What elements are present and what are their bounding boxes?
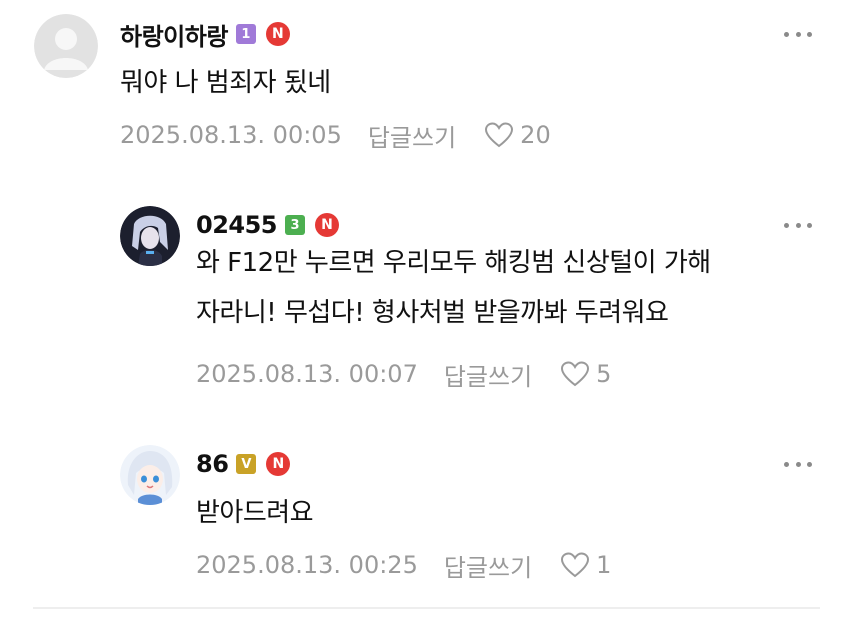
like-count: 20 [520, 121, 551, 149]
like-count: 1 [596, 551, 612, 579]
new-badge: N [315, 213, 339, 237]
level-badge: 1 [235, 24, 256, 44]
comment-item: 하랑이하랑 1 N 뭐야 나 범죄자 됬네 2025.08.13. 00:05 … [0, 0, 850, 190]
comment-date: 2025.08.13. 00:25 [196, 551, 418, 579]
reply-button[interactable]: 답글쓰기 [444, 548, 532, 583]
comment-date: 2025.08.13. 00:05 [120, 121, 342, 149]
divider [33, 607, 820, 609]
comment-text: 뭐야 나 범죄자 됬네 [120, 68, 331, 98]
avatar[interactable] [34, 14, 98, 78]
heart-icon [561, 361, 590, 387]
username[interactable]: 02455 [196, 211, 278, 239]
reply-comment-item: 86 V N 받아드려요 2025.08.13. 00:25 답글쓰기 1 [0, 430, 850, 600]
heart-icon [561, 552, 590, 578]
like-button[interactable]: 5 [560, 360, 611, 388]
comment-text: 받아드려요 [196, 498, 314, 528]
reply-button[interactable]: 답글쓰기 [444, 357, 532, 392]
like-count: 5 [596, 360, 612, 388]
avatar[interactable] [120, 445, 180, 505]
anime-dark-avatar-icon [120, 206, 180, 266]
level-badge: 3 [285, 215, 305, 235]
level-badge: V [236, 454, 257, 474]
username[interactable]: 하랑이하랑 [120, 17, 228, 52]
more-options-icon[interactable] [784, 220, 812, 230]
avatar[interactable] [120, 206, 180, 266]
reply-button[interactable]: 답글쓰기 [368, 118, 456, 153]
new-badge: N [265, 22, 290, 46]
like-button[interactable]: 1 [560, 551, 611, 579]
default-avatar-icon [34, 14, 98, 78]
comment-date: 2025.08.13. 00:07 [196, 360, 418, 388]
more-options-icon[interactable] [784, 29, 812, 39]
comment-text: 와 F12만 누르면 우리모두 해킹범 신상털이 가해 자라니! 무섭다! 형사… [196, 248, 711, 328]
new-badge: N [266, 452, 291, 476]
heart-icon [485, 122, 514, 148]
anime-white-hair-avatar-icon [120, 445, 180, 505]
username[interactable]: 86 [196, 450, 229, 478]
like-button[interactable]: 20 [484, 121, 551, 149]
more-options-icon[interactable] [784, 459, 812, 469]
reply-comment-item: 02455 3 N 와 F12만 누르면 우리모두 해킹범 신상털이 가해 자라… [0, 190, 850, 410]
